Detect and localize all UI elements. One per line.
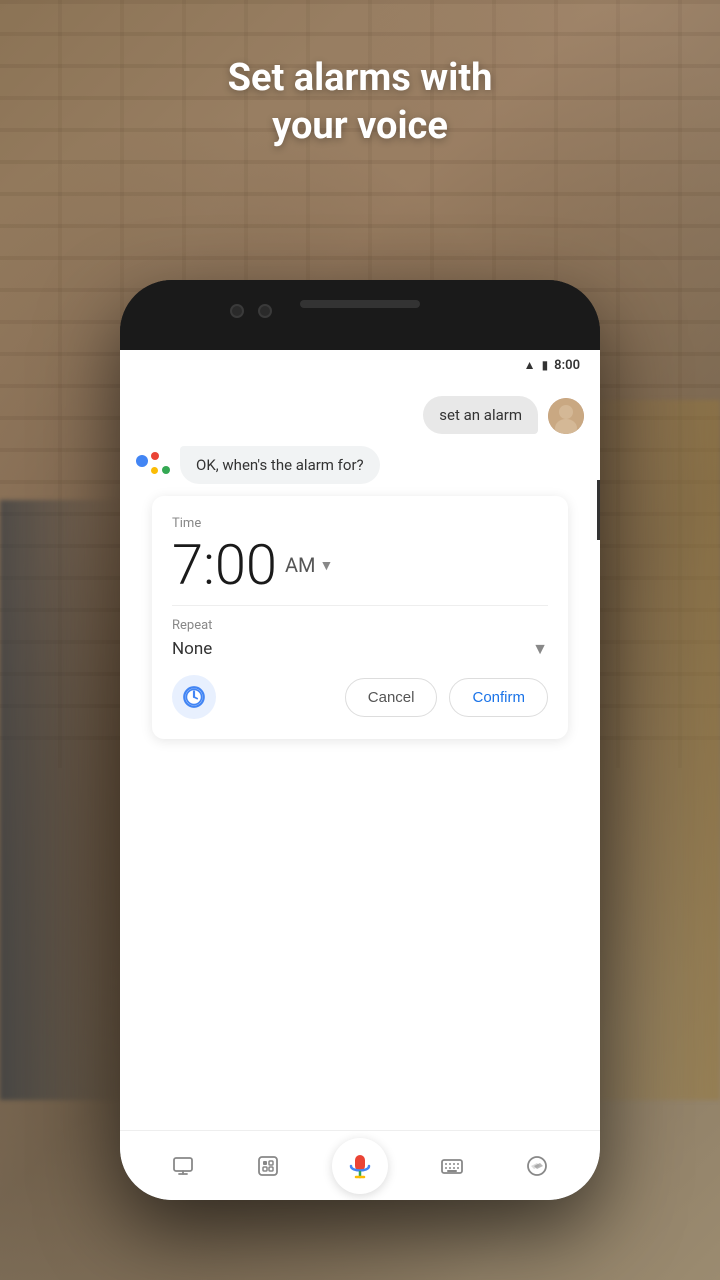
mic-icon <box>346 1152 374 1180</box>
side-button <box>597 480 600 540</box>
repeat-row[interactable]: None ▼ <box>172 639 548 659</box>
dot-red <box>151 452 159 460</box>
clock-icon-button[interactable] <box>172 675 216 719</box>
sidebar-item-keyboard[interactable] <box>430 1144 474 1188</box>
user-message-row: set an alarm <box>136 396 584 434</box>
alarm-time-display: 7:00 <box>172 537 277 593</box>
time-label: Time <box>172 516 548 531</box>
phone-frame: ▲ ▮ 8:00 set an alarm <box>120 280 600 1200</box>
signal-icon: ▲ <box>524 358 536 372</box>
status-bar: ▲ ▮ 8:00 <box>120 350 600 380</box>
sidebar-item-tv[interactable] <box>161 1144 205 1188</box>
lens-icon <box>256 1154 280 1178</box>
ampm-dropdown[interactable]: AM ▼ <box>285 553 333 577</box>
repeat-label: Repeat <box>172 618 548 633</box>
phone-speaker <box>300 300 420 308</box>
assistant-message-bubble: OK, when's the alarm for? <box>180 446 380 484</box>
status-time: 8:00 <box>554 358 580 373</box>
compass-icon <box>525 1154 549 1178</box>
hero-title: Set alarms with your voice <box>0 55 720 150</box>
phone-screen: ▲ ▮ 8:00 set an alarm <box>120 350 600 1200</box>
dot-blue <box>136 455 148 467</box>
tv-icon <box>171 1154 195 1178</box>
confirm-button[interactable]: Confirm <box>449 678 548 717</box>
chat-area: set an alarm <box>120 380 600 1130</box>
google-assistant-logo <box>136 448 170 474</box>
keyboard-icon <box>440 1154 464 1178</box>
repeat-dropdown-arrow: ▼ <box>532 639 548 659</box>
bottom-navigation <box>120 1130 600 1200</box>
repeat-value: None <box>172 639 212 659</box>
cancel-button[interactable]: Cancel <box>345 678 438 717</box>
time-row: 7:00 AM ▼ <box>172 537 548 593</box>
left-blur <box>0 500 120 1100</box>
dot-green <box>162 466 170 474</box>
user-message-bubble: set an alarm <box>423 396 538 434</box>
assistant-message-row: OK, when's the alarm for? <box>136 446 584 484</box>
phone-top-bar <box>120 280 600 350</box>
dot-yellow <box>151 467 158 474</box>
ampm-value: AM <box>285 553 316 577</box>
camera-left <box>230 304 244 318</box>
ampm-dropdown-arrow: ▼ <box>319 557 333 574</box>
alarm-card: Time 7:00 AM ▼ Repeat None ▼ <box>152 496 568 739</box>
mic-button[interactable] <box>332 1138 388 1194</box>
sidebar-item-explore[interactable] <box>515 1144 559 1188</box>
card-actions: Cancel Confirm <box>172 675 548 719</box>
battery-icon: ▮ <box>542 358 549 372</box>
avatar <box>548 398 584 434</box>
camera-right <box>258 304 272 318</box>
card-divider <box>172 605 548 606</box>
avatar-image <box>548 398 584 434</box>
action-buttons: Cancel Confirm <box>345 678 548 717</box>
sidebar-item-lens[interactable] <box>246 1144 290 1188</box>
